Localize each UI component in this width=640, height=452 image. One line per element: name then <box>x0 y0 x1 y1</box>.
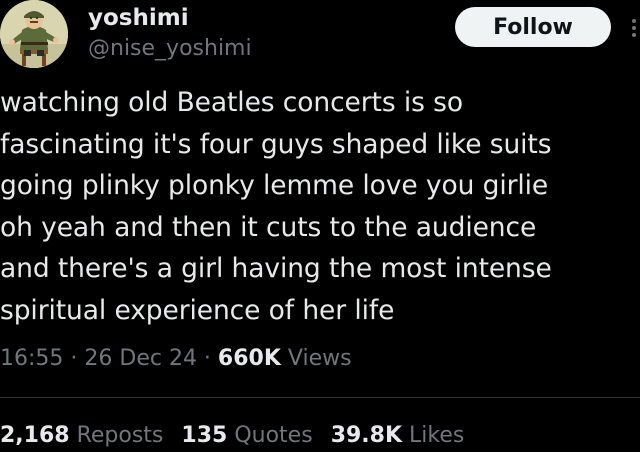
avatar[interactable] <box>0 0 68 68</box>
tweet-date[interactable]: 26 Dec 24 <box>84 346 197 371</box>
reposts-stat[interactable]: 2,168 Reposts <box>0 423 163 448</box>
meta-separator: · <box>63 346 85 371</box>
author-handle[interactable]: @nise_yoshimi <box>88 35 252 63</box>
likes-label: Likes <box>402 423 465 448</box>
follow-button[interactable]: Follow <box>455 7 611 47</box>
author-display-name[interactable]: yoshimi <box>88 4 189 32</box>
quotes-stat[interactable]: 135 Quotes <box>181 423 312 448</box>
likes-stat[interactable]: 39.8K Likes <box>331 423 465 448</box>
engagement-stats: 2,168 Reposts 135 Quotes 39.8K Likes <box>0 421 482 451</box>
more-options-icon[interactable] <box>628 18 640 38</box>
tweet-time[interactable]: 16:55 <box>0 346 63 371</box>
quotes-count: 135 <box>181 423 228 448</box>
quotes-label: Quotes <box>227 423 313 448</box>
tweet-meta: 16:55 · 26 Dec 24 · 660K Views <box>0 344 352 374</box>
likes-count: 39.8K <box>330 423 403 448</box>
follow-button-label: Follow <box>493 14 573 40</box>
views-count: 660K <box>217 346 281 371</box>
tweet-text: watching old Beatles concerts is so fasc… <box>0 87 552 326</box>
meta-separator: · <box>196 346 218 371</box>
divider <box>0 397 640 398</box>
reposts-count: 2,168 <box>0 423 70 448</box>
reposts-label: Reposts <box>69 423 164 448</box>
views-label: Views <box>280 346 352 371</box>
